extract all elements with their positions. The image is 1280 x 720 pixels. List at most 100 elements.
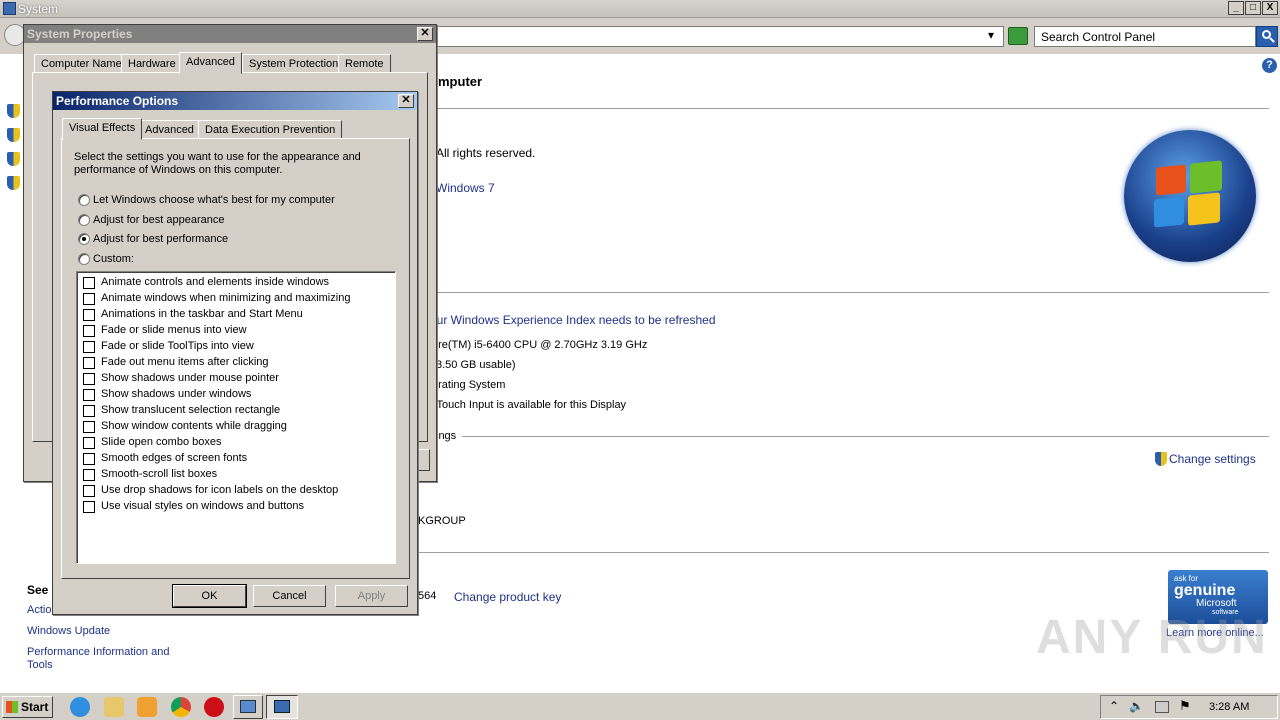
radio-windows-choose-label[interactable]: Let Windows choose what's best for my co… bbox=[93, 194, 335, 206]
system-properties-close-button[interactable]: ✕ bbox=[417, 27, 433, 41]
shield-icon bbox=[1155, 452, 1167, 466]
tab-visual-effects[interactable]: Visual Effects bbox=[62, 118, 143, 140]
effect-checkbox[interactable] bbox=[83, 405, 95, 417]
effect-checkbox[interactable] bbox=[83, 357, 95, 369]
effect-checkbox[interactable] bbox=[83, 373, 95, 385]
shield-icon[interactable] bbox=[7, 104, 20, 118]
tab-computer-name[interactable]: Computer Name bbox=[34, 54, 129, 73]
network-icon[interactable] bbox=[1155, 701, 1169, 713]
system-window-title: System bbox=[18, 2, 59, 16]
windows-update-link[interactable]: Windows Update bbox=[27, 625, 110, 637]
effect-label: Animate controls and elements inside win… bbox=[101, 276, 330, 288]
effect-checkbox[interactable] bbox=[83, 421, 95, 433]
performance-options-dialog: Performance Options ✕ Visual Effects Adv… bbox=[52, 91, 418, 615]
minimize-button[interactable]: _ bbox=[1228, 1, 1244, 15]
radio-custom[interactable] bbox=[78, 253, 90, 265]
system-window-icon bbox=[3, 2, 16, 15]
divider bbox=[436, 108, 1269, 109]
effect-label: Fade or slide ToolTips into view bbox=[101, 340, 254, 352]
effect-label: Show translucent selection rectangle bbox=[101, 404, 281, 416]
effect-checkbox[interactable] bbox=[83, 309, 95, 321]
effect-label: Use drop shadows for icon labels on the … bbox=[101, 484, 339, 496]
genuine-main-text: genuine bbox=[1174, 582, 1236, 599]
taskbar-item-performance-options[interactable] bbox=[266, 695, 298, 719]
tab-advanced[interactable]: Advanced bbox=[179, 52, 242, 74]
radio-best-performance[interactable] bbox=[78, 233, 90, 245]
tab-hardware[interactable]: Hardware bbox=[121, 54, 183, 73]
tab-remote[interactable]: Remote bbox=[338, 54, 391, 73]
effect-label: Use visual styles on windows and buttons bbox=[101, 500, 304, 512]
radio-custom-label[interactable]: Custom: bbox=[93, 253, 134, 265]
effect-checkbox[interactable] bbox=[83, 485, 95, 497]
divider bbox=[418, 552, 1269, 553]
wei-link[interactable]: our Windows Experience Index needs to be… bbox=[430, 313, 716, 327]
edition-link[interactable]: Windows 7 bbox=[436, 181, 495, 195]
visual-effects-panel: Select the settings you want to use for … bbox=[61, 138, 410, 579]
radio-best-appearance-label[interactable]: Adjust for best appearance bbox=[93, 214, 224, 226]
tab-advanced[interactable]: Advanced bbox=[138, 120, 201, 139]
media-player-icon[interactable] bbox=[137, 697, 157, 717]
shield-icon[interactable] bbox=[7, 176, 20, 190]
search-input[interactable]: Search Control Panel bbox=[1034, 26, 1256, 47]
system-properties-title: System Properties bbox=[27, 27, 133, 41]
opera-icon[interactable] bbox=[204, 697, 224, 717]
pen-touch-value: r Touch Input is available for this Disp… bbox=[430, 399, 627, 411]
tab-data-execution-prevention[interactable]: Data Execution Prevention bbox=[198, 120, 343, 139]
search-icon[interactable] bbox=[1256, 26, 1278, 47]
intro-text: Select the settings you want to use for … bbox=[74, 151, 361, 176]
close-button[interactable]: X bbox=[1262, 1, 1278, 15]
effect-checkbox[interactable] bbox=[83, 501, 95, 513]
taskbar-item-system-properties[interactable] bbox=[233, 695, 263, 719]
taskbar: Start ⌃ 🔈 ⚑ 3:28 AM bbox=[0, 692, 1280, 720]
refresh-icon[interactable] bbox=[1008, 27, 1028, 45]
system-tray: ⌃ 🔈 ⚑ 3:28 AM bbox=[1100, 695, 1278, 719]
change-product-key-link[interactable]: Change product key bbox=[454, 590, 561, 604]
volume-icon[interactable]: 🔈 bbox=[1129, 699, 1144, 713]
clock[interactable]: 3:28 AM bbox=[1209, 701, 1249, 713]
windows-flag-icon bbox=[6, 701, 18, 713]
radio-best-appearance[interactable] bbox=[78, 214, 90, 226]
help-icon[interactable]: ? bbox=[1262, 58, 1277, 73]
tray-expand-icon[interactable]: ⌃ bbox=[1109, 699, 1119, 713]
change-settings-link[interactable]: Change settings bbox=[1169, 452, 1256, 466]
start-label: Start bbox=[21, 700, 49, 714]
explorer-folder-icon[interactable] bbox=[104, 697, 124, 717]
workgroup-value: KGROUP bbox=[418, 515, 466, 527]
apply-button[interactable]: Apply bbox=[335, 585, 408, 607]
effect-label: Smooth-scroll list boxes bbox=[101, 468, 218, 480]
effect-label: Show shadows under mouse pointer bbox=[101, 372, 279, 384]
effect-checkbox[interactable] bbox=[83, 453, 95, 465]
effect-checkbox[interactable] bbox=[83, 277, 95, 289]
shield-icon[interactable] bbox=[7, 128, 20, 142]
radio-best-performance-label[interactable]: Adjust for best performance bbox=[93, 233, 228, 245]
effect-checkbox[interactable] bbox=[83, 325, 95, 337]
system-properties-titlebar: System Properties bbox=[24, 25, 436, 43]
processor-value: ore(TM) i5-6400 CPU @ 2.70GHz 3.19 GHz bbox=[432, 339, 648, 351]
chrome-icon[interactable] bbox=[171, 697, 191, 717]
effect-label: Smooth edges of screen fonts bbox=[101, 452, 248, 464]
performance-options-close-button[interactable]: ✕ bbox=[398, 94, 414, 108]
effect-checkbox[interactable] bbox=[83, 437, 95, 449]
maximize-button[interactable]: □ bbox=[1245, 1, 1261, 15]
radio-windows-choose[interactable] bbox=[78, 194, 90, 206]
effect-label: Fade out menu items after clicking bbox=[101, 356, 269, 368]
effects-list[interactable]: Animate controls and elements inside win… bbox=[76, 271, 396, 564]
page-heading: mputer bbox=[438, 74, 483, 89]
internet-explorer-icon[interactable] bbox=[70, 697, 90, 717]
performance-icon bbox=[274, 700, 290, 713]
effect-checkbox[interactable] bbox=[83, 389, 95, 401]
tab-system-protection[interactable]: System Protection bbox=[242, 54, 346, 73]
shield-icon[interactable] bbox=[7, 152, 20, 166]
action-center-flag-icon[interactable]: ⚑ bbox=[1179, 698, 1191, 714]
effect-label: Animations in the taskbar and Start Menu bbox=[101, 308, 303, 320]
address-dropdown-icon[interactable]: ▾ bbox=[988, 28, 994, 42]
ok-button[interactable]: OK bbox=[172, 584, 247, 608]
action-center-link[interactable]: Actio bbox=[27, 604, 51, 616]
cancel-button[interactable]: Cancel bbox=[253, 585, 326, 607]
effect-checkbox[interactable] bbox=[83, 469, 95, 481]
performance-info-link[interactable]: Performance Information and Tools bbox=[27, 646, 187, 672]
effect-checkbox[interactable] bbox=[83, 341, 95, 353]
effect-checkbox[interactable] bbox=[83, 293, 95, 305]
address-field[interactable] bbox=[436, 26, 1004, 47]
start-button[interactable]: Start bbox=[2, 696, 53, 718]
